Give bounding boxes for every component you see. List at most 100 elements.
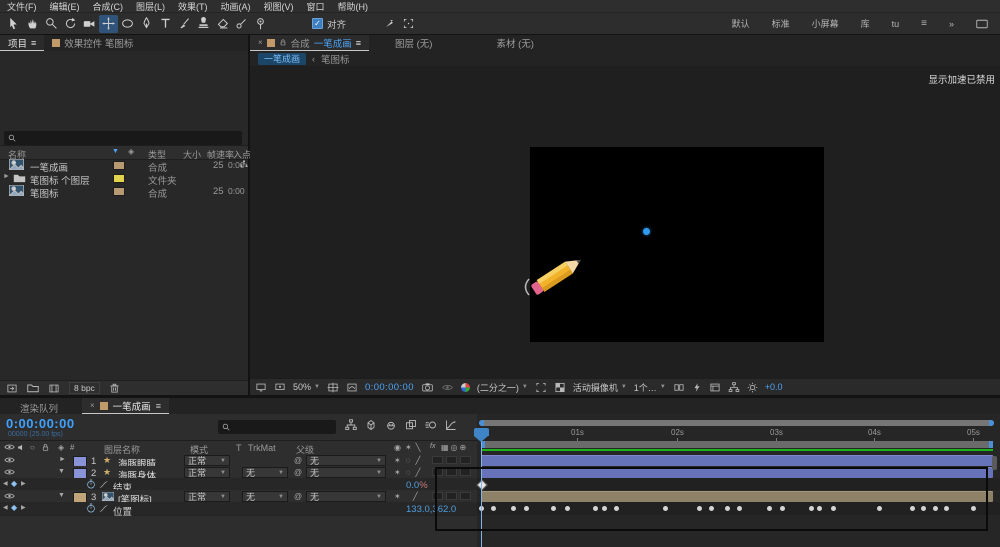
graph-curve-icon[interactable] (99, 480, 109, 489)
fx-column-icon[interactable]: fx (430, 443, 435, 450)
new-folder-icon[interactable] (27, 383, 39, 393)
workspace-libraries[interactable]: 库 (861, 17, 870, 30)
clone-stamp-tool[interactable] (194, 15, 213, 33)
parent-select[interactable]: 无 ▼ (306, 455, 386, 466)
layer-bar[interactable] (481, 455, 993, 466)
property-row[interactable]: ◀ ◆ ▶ 位置 133.0,362.0 (0, 502, 477, 518)
snapshot-icon[interactable] (421, 382, 434, 393)
exposure-value[interactable]: +0.0 (765, 382, 783, 392)
pan-behind-tool[interactable] (99, 14, 118, 33)
pixel-aspect-icon[interactable] (673, 382, 685, 393)
mini-flowchart-icon[interactable] (345, 419, 357, 431)
tab-project[interactable]: 项目 ≡ (0, 35, 45, 51)
workspace-menu-icon[interactable]: ≡ (921, 18, 927, 29)
show-snapshot-icon[interactable] (441, 382, 454, 393)
camera-select[interactable]: 活动摄像机 ▼ (573, 381, 627, 394)
camera-tool[interactable] (80, 15, 99, 33)
more-switches-icons[interactable]: ▦◎⊕ (441, 443, 468, 452)
project-item-row[interactable]: 笔图标 合成 25 0:00 (0, 184, 248, 200)
blend-mode-select[interactable]: 正常 ▼ (184, 455, 230, 466)
eye-icon[interactable] (4, 492, 15, 500)
menu-layer[interactable]: 图层(L) (136, 0, 165, 13)
workspace-overflow-icon[interactable]: » (949, 19, 954, 29)
cursor-arrow-icon[interactable] (380, 15, 399, 33)
trkmat-select[interactable]: 无 ▼ (242, 491, 288, 502)
roi-icon[interactable] (535, 382, 547, 393)
graph-editor-icon[interactable] (445, 419, 457, 431)
project-item-row[interactable]: 一笔成画 合成 25 0:00 (0, 158, 248, 174)
parent-pickwhip-icon[interactable]: @ (294, 492, 302, 501)
menu-file[interactable]: 文件(F) (7, 0, 37, 13)
label-column-icon[interactable]: ◈ (58, 443, 64, 452)
eye-icon[interactable] (4, 468, 15, 476)
reset-exposure-icon[interactable] (747, 382, 758, 393)
crosshair-box-icon[interactable] (399, 15, 418, 33)
keyframe-indicator-icon[interactable]: ◆ (11, 503, 17, 512)
always-preview-icon[interactable] (255, 382, 267, 393)
selection-tool[interactable] (4, 15, 23, 33)
blend-mode-select[interactable]: 正常 ▼ (184, 491, 230, 502)
nav-other-comp[interactable]: 笔图标 (321, 52, 350, 66)
sort-arrow-icon[interactable]: ▼ (112, 148, 119, 155)
viewer-canvas[interactable]: 显示加速已禁用 (250, 66, 1000, 378)
lock-icon[interactable] (279, 38, 287, 47)
zoom-select[interactable]: 50% ▼ (293, 382, 320, 392)
motion-blur-icon[interactable] (425, 419, 437, 431)
property-name[interactable]: 位置 (113, 504, 132, 518)
interpret-footage-icon[interactable] (6, 383, 18, 394)
switch-c​ell[interactable] (446, 456, 457, 464)
menu-animation[interactable]: 动画(A) (221, 0, 251, 13)
blend-mode-select[interactable]: 正常 ▼ (184, 467, 230, 478)
trash-icon[interactable] (109, 382, 120, 394)
composition-frame[interactable] (524, 147, 824, 342)
tab-timeline-comp[interactable]: × 一笔成画 ≡ (82, 398, 169, 414)
navigator-start-handle[interactable] (479, 420, 484, 426)
rotation-tool[interactable] (61, 15, 80, 33)
tab-footage[interactable]: 素材 (无) (488, 35, 541, 51)
col-t[interactable]: T (236, 443, 242, 453)
label-color-chip[interactable] (113, 161, 125, 170)
fast-previews-icon[interactable] (692, 382, 702, 393)
snap-toggle[interactable]: ✓ 对齐 (312, 17, 346, 31)
audio-column-icon[interactable] (17, 443, 26, 452)
keyframe-indicator-icon[interactable]: ◆ (11, 479, 17, 488)
project-search-input[interactable] (4, 131, 242, 145)
menu-effect[interactable]: 效果(T) (178, 0, 208, 13)
menu-edit[interactable]: 编辑(E) (50, 0, 80, 13)
timeline-icon[interactable] (709, 382, 721, 393)
project-item-row[interactable]: ► 笔图标 个图层 文件夹 (0, 171, 248, 187)
timeline-search-input[interactable] (218, 420, 336, 434)
menu-window[interactable]: 窗口 (307, 0, 325, 13)
draft-3d-icon[interactable] (365, 419, 377, 431)
channels-icon[interactable] (460, 382, 470, 392)
resolution-select[interactable]: (二分之一) ▼ (477, 381, 528, 394)
preview-timecode[interactable]: 0:00:00:00 (365, 382, 414, 393)
video-column-icon[interactable] (4, 443, 15, 451)
menu-view[interactable]: 视图(V) (264, 0, 294, 13)
switches-column-icons[interactable]: ◉✶╲ (394, 443, 425, 452)
primary-viewer-icon[interactable] (274, 382, 286, 393)
label-color-chip[interactable] (113, 174, 125, 183)
expand-arrow-icon[interactable]: ► (59, 456, 66, 463)
workspace-small-screen[interactable]: 小屏幕 (812, 17, 839, 30)
bit-depth-button[interactable]: 8 bpc (69, 382, 100, 394)
menu-composition[interactable]: 合成(C) (93, 0, 124, 13)
layer-switches[interactable]: ✶◌╱ (394, 456, 425, 465)
parent-pickwhip-icon[interactable]: @ (294, 456, 302, 465)
close-icon[interactable]: × (258, 38, 263, 47)
roto-brush-tool[interactable] (232, 15, 251, 33)
type-tool[interactable] (156, 15, 175, 33)
eraser-tool[interactable] (213, 15, 232, 33)
pen-tool[interactable] (137, 15, 156, 33)
graph-curve-icon[interactable] (99, 504, 109, 513)
vertical-scrollbar-thumb[interactable] (992, 456, 997, 470)
stopwatch-icon[interactable] (86, 479, 96, 489)
lock-column-icon[interactable] (41, 443, 50, 452)
panel-menu-icon[interactable]: ≡ (356, 38, 361, 48)
work-area-end-handle[interactable] (989, 441, 993, 448)
expand-arrow-icon[interactable]: ► (3, 173, 10, 180)
parent-select[interactable]: 无 ▼ (306, 491, 386, 502)
mask-visibility-icon[interactable] (346, 382, 358, 393)
tab-composition[interactable]: × 合成 一笔成画 ≡ (250, 35, 369, 51)
next-keyframe-icon[interactable]: ▶ (21, 504, 26, 511)
